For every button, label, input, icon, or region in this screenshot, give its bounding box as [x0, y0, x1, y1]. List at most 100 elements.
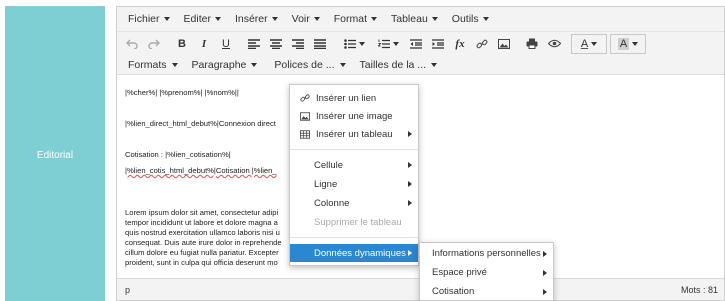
bullet-list-icon [343, 38, 356, 49]
align-center-button[interactable] [265, 34, 287, 54]
caret-down-icon [632, 41, 639, 46]
submenu-item-private-space[interactable]: Espace privé [420, 263, 553, 282]
menu-item-insert-image[interactable]: Insérer une image [290, 107, 418, 125]
font-family-dropdown[interactable]: Polices de ... [267, 59, 352, 71]
menu-label: Voir [291, 13, 310, 25]
element-path[interactable]: p [125, 285, 130, 295]
text-color-icon: A [580, 37, 589, 50]
section-label: Editorial [36, 150, 74, 161]
print-button[interactable] [521, 34, 543, 54]
redo-button[interactable] [143, 34, 165, 54]
menu-item-label: Insérer un tableau [316, 128, 393, 140]
link-icon [476, 39, 488, 48]
word-count: Mots : 81 [680, 285, 718, 295]
background-color-icon: A [617, 37, 630, 50]
bullet-list-button[interactable] [337, 34, 371, 54]
chevron-right-icon [408, 200, 412, 206]
lorem-line: cillum dolore eu fugiat nulla pariatur. … [125, 248, 279, 257]
print-icon [526, 38, 538, 49]
menu-fichier[interactable]: Fichier [121, 13, 177, 25]
menu-item-label: Ligne [314, 178, 338, 190]
caret-down-icon [431, 62, 438, 67]
menu-item-cell[interactable]: Cellule [290, 156, 418, 174]
image-button[interactable] [493, 34, 515, 54]
dropdown-label: Formats [128, 58, 167, 71]
format-bar: Formats Paragraphe Polices de ... Taille… [117, 55, 724, 75]
menu-item-row[interactable]: Ligne [290, 175, 418, 193]
redo-icon [148, 39, 160, 49]
submenu-item-label: Cotisation [432, 286, 475, 297]
align-right-button[interactable] [287, 34, 309, 54]
menu-voir[interactable]: Voir [285, 13, 327, 25]
menu-label: Format [333, 13, 367, 25]
menu-item-label: Cellule [314, 159, 344, 171]
paragraph-dropdown[interactable]: Paragraphe [185, 59, 268, 71]
align-left-icon [248, 38, 260, 49]
underline-button[interactable]: U [215, 34, 237, 54]
align-justify-icon [314, 38, 326, 49]
font-size-dropdown[interactable]: Tailles de la ... [353, 59, 445, 71]
menu-tableau[interactable]: Tableau [384, 13, 445, 25]
lorem-line: tempor incididunt ut labore et dolore ma… [125, 218, 278, 227]
preview-button[interactable] [543, 34, 565, 54]
caret-down-icon [171, 62, 178, 67]
menu-format[interactable]: Format [327, 13, 384, 25]
indent-icon [432, 38, 444, 49]
italic-button[interactable]: I [193, 34, 215, 54]
chevron-right-icon [543, 269, 547, 276]
chevron-right-icon [408, 162, 412, 168]
table-icon [300, 129, 310, 139]
caret-down-icon [214, 17, 221, 21]
menu-item-dynamic-data[interactable]: Données dynamiques [290, 244, 418, 262]
menu-item-column[interactable]: Colonne [290, 194, 418, 212]
chevron-right-icon [543, 250, 547, 257]
menu-label: Fichier [128, 13, 160, 25]
outdent-icon [410, 38, 422, 49]
align-justify-button[interactable] [309, 34, 331, 54]
menu-item-insert-table[interactable]: Insérer un tableau [290, 125, 418, 143]
numbered-list-button[interactable] [371, 34, 405, 54]
menu-item-label: Insérer une image [316, 110, 393, 122]
undo-button[interactable] [121, 34, 143, 54]
caret-down-icon [251, 62, 258, 67]
lorem-line: Lorem ipsum dolor sit amet, consectetur … [125, 208, 279, 217]
left-panel: Editorial [5, 6, 105, 301]
bold-button[interactable]: B [171, 34, 193, 54]
function-button[interactable]: fx [449, 34, 471, 54]
italic-icon: I [201, 37, 207, 50]
caret-down-icon [482, 17, 489, 21]
background-color-button[interactable]: A [610, 33, 646, 54]
menu-label: Editer [183, 13, 211, 25]
menu-outils[interactable]: Outils [445, 13, 496, 25]
caret-down-icon [431, 17, 438, 21]
menu-label: Outils [451, 13, 479, 25]
menu-inserer[interactable]: Insérer [228, 13, 285, 25]
submenu-item-label: Espace privé [432, 267, 487, 278]
submenu-item-cotisation[interactable]: Cotisation [420, 282, 553, 301]
submenu-item-personal-info[interactable]: Informations personnelles [420, 244, 553, 263]
chevron-right-icon [408, 131, 412, 137]
menu-separator [290, 237, 418, 238]
formats-dropdown[interactable]: Formats [121, 59, 185, 71]
link-icon [300, 94, 310, 102]
content-line: Cotisation : |%lien_cotisation%| [125, 150, 231, 159]
menu-label: Tableau [391, 13, 428, 25]
function-icon: fx [455, 37, 465, 50]
caret-down-icon [163, 17, 170, 21]
toolbar: B I U fx A A [117, 31, 724, 55]
menu-editer[interactable]: Editer [177, 13, 228, 25]
lorem-line: quis nostrud exercitation ullamco labori… [125, 228, 280, 237]
caret-down-icon [358, 41, 365, 46]
chevron-right-icon [543, 288, 547, 295]
text-color-button[interactable]: A [571, 33, 607, 54]
chevron-right-icon [408, 181, 412, 187]
bold-icon: B [178, 37, 186, 50]
menu-item-delete-table: Supprimer le tableau [290, 213, 418, 231]
outdent-button[interactable] [405, 34, 427, 54]
align-left-button[interactable] [243, 34, 265, 54]
link-button[interactable] [471, 34, 493, 54]
menu-item-insert-link[interactable]: Insérer un lien [290, 89, 418, 107]
indent-button[interactable] [427, 34, 449, 54]
undo-icon [126, 39, 138, 49]
caret-down-icon [271, 17, 278, 21]
